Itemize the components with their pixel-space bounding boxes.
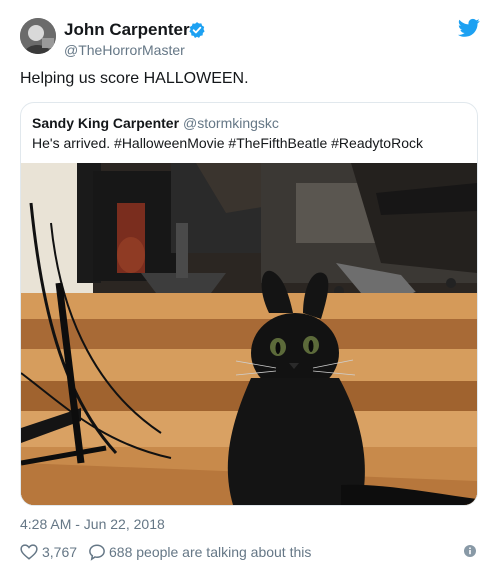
tweet-text: Helping us score HALLOWEEN.: [20, 70, 249, 87]
tweet-header: John Carpenter @TheHorrorMaster: [20, 16, 480, 60]
tweet-timestamp[interactable]: 4:28 AM - Jun 22, 2018: [20, 516, 165, 532]
author-handle[interactable]: @TheHorrorMaster: [64, 42, 185, 58]
quoted-author-handle: @stormkingskc: [183, 115, 279, 131]
info-icon[interactable]: [464, 545, 476, 557]
tweet-actions: 3,767 688 people are talking about this: [20, 543, 480, 563]
quoted-tweet-card[interactable]: Sandy King Carpenter @stormkingskc He's a…: [20, 102, 478, 506]
speech-bubble-icon[interactable]: [88, 543, 106, 561]
author-name[interactable]: John Carpenter: [64, 20, 190, 40]
quoted-tweet-text: He's arrived. #HalloweenMovie #TheFifthB…: [32, 135, 423, 151]
like-count[interactable]: 3,767: [42, 544, 77, 560]
quoted-author-name: Sandy King Carpenter: [32, 115, 180, 131]
talking-count[interactable]: 688 people are talking about this: [109, 544, 311, 560]
verified-badge-icon: [189, 22, 205, 38]
quoted-tweet-header: Sandy King Carpenter @stormkingskc: [32, 115, 279, 131]
heart-icon[interactable]: [20, 543, 38, 561]
twitter-bird-icon[interactable]: [458, 18, 480, 38]
author-avatar[interactable]: [20, 18, 56, 54]
quoted-tweet-photo[interactable]: [21, 163, 477, 505]
